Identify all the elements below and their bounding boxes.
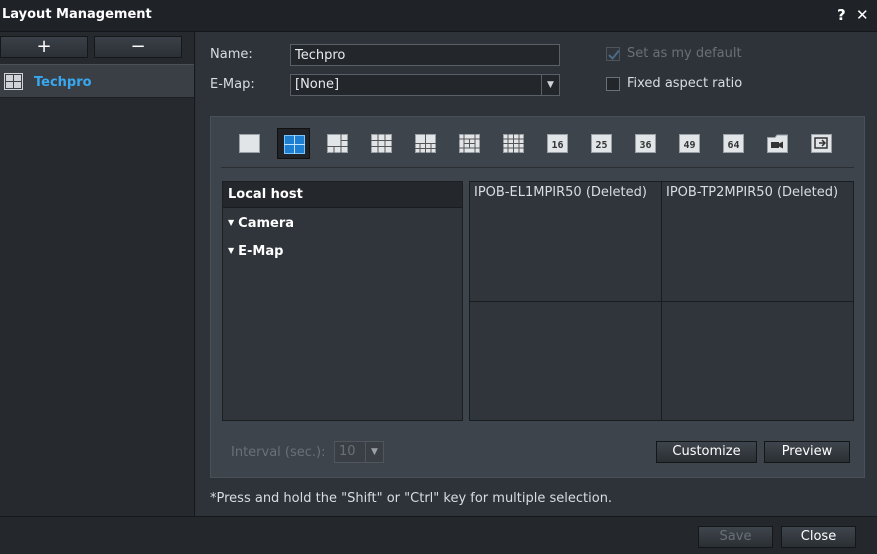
- set-default-label: Set as my default: [627, 46, 742, 61]
- layout-64-icon[interactable]: 64: [717, 128, 750, 159]
- layout-25-text: 25: [595, 140, 607, 151]
- layout-grid: IPOB-EL1MPIR50 (Deleted) IPOB-TP2MPIR50 …: [469, 181, 854, 421]
- tree-header: Local host: [223, 182, 462, 208]
- interval-label: Interval (sec.):: [231, 445, 326, 460]
- emap-label: E-Map:: [210, 77, 255, 92]
- add-layout-button[interactable]: +: [0, 36, 88, 58]
- set-default-checkbox[interactable]: [606, 47, 620, 61]
- name-input[interactable]: [290, 44, 560, 66]
- device-tree: Local host ▼ Camera ▼ E-Map: [222, 181, 463, 421]
- tree-node-emap[interactable]: ▼ E-Map: [228, 244, 283, 259]
- layout-64-text: 64: [727, 140, 739, 151]
- layout-1-icon[interactable]: [233, 128, 266, 159]
- layout-9-icon[interactable]: [365, 128, 398, 159]
- title-bar: Layout Management ? ✕: [0, 0, 877, 32]
- chevron-down-icon: ▼: [365, 442, 383, 462]
- sidebar-item-techpro[interactable]: Techpro: [0, 64, 194, 98]
- grid-cell[interactable]: [662, 301, 853, 420]
- layout-4-icon[interactable]: [277, 128, 310, 159]
- caret-down-icon: ▼: [228, 218, 235, 227]
- preview-button[interactable]: Preview: [764, 441, 850, 463]
- layout-list-sidebar: + − Techpro: [0, 32, 195, 516]
- selection-hint: *Press and hold the "Shift" or "Ctrl" ke…: [210, 491, 613, 506]
- close-button[interactable]: Close: [781, 526, 856, 548]
- layout-13-icon[interactable]: [453, 128, 486, 159]
- grid-cell[interactable]: IPOB-TP2MPIR50 (Deleted): [662, 182, 853, 301]
- save-button[interactable]: Save: [698, 526, 773, 548]
- layout-25-icon[interactable]: 25: [585, 128, 618, 159]
- interval-select[interactable]: 10 ▼: [334, 441, 384, 463]
- grid-cell[interactable]: [470, 301, 661, 420]
- sidebar-item-label: Techpro: [34, 75, 92, 90]
- layout-6-icon[interactable]: [321, 128, 354, 159]
- customize-button[interactable]: Customize: [656, 441, 757, 463]
- tree-node-label: E-Map: [238, 244, 284, 259]
- layout-16-icon[interactable]: 16: [541, 128, 574, 159]
- layout-16a-icon[interactable]: [497, 128, 530, 159]
- tree-node-label: Camera: [238, 216, 295, 231]
- grid-cell[interactable]: IPOB-EL1MPIR50 (Deleted): [470, 182, 661, 301]
- close-icon[interactable]: ✕: [856, 6, 869, 24]
- toolbar-divider: [221, 167, 854, 168]
- fixed-aspect-label: Fixed aspect ratio: [627, 76, 743, 91]
- layout-36-text: 36: [639, 140, 651, 151]
- caret-down-icon: ▼: [228, 246, 235, 255]
- emap-select-value: [None]: [295, 77, 340, 92]
- window-title: Layout Management: [2, 7, 152, 22]
- help-icon[interactable]: ?: [837, 6, 846, 24]
- layout-16-text: 16: [551, 140, 563, 151]
- chevron-down-icon: ▼: [541, 75, 559, 95]
- layout-editor: Name: E-Map: [None] ▼ Set as my default …: [196, 32, 877, 516]
- layout-49-text: 49: [683, 140, 695, 151]
- fixed-aspect-checkbox[interactable]: [606, 77, 620, 91]
- dialog-footer: Save Close: [0, 516, 877, 554]
- layout-panel: 16 25 36 49 64 Local host ▼ Camera ▼ E-M…: [210, 116, 865, 478]
- layout-49-icon[interactable]: 49: [673, 128, 706, 159]
- name-label: Name:: [210, 47, 253, 62]
- interval-value: 10: [339, 444, 356, 459]
- emap-select[interactable]: [None] ▼: [290, 74, 560, 96]
- checkmark-icon: [608, 49, 620, 60]
- layout-10-icon[interactable]: [409, 128, 442, 159]
- layout-grid-icon: [4, 73, 23, 90]
- camera-folder-icon[interactable]: [761, 128, 794, 159]
- layout-36-icon[interactable]: 36: [629, 128, 662, 159]
- custom-layout-icon[interactable]: [805, 128, 838, 159]
- tree-node-camera[interactable]: ▼ Camera: [228, 216, 294, 231]
- remove-layout-button[interactable]: −: [94, 36, 182, 58]
